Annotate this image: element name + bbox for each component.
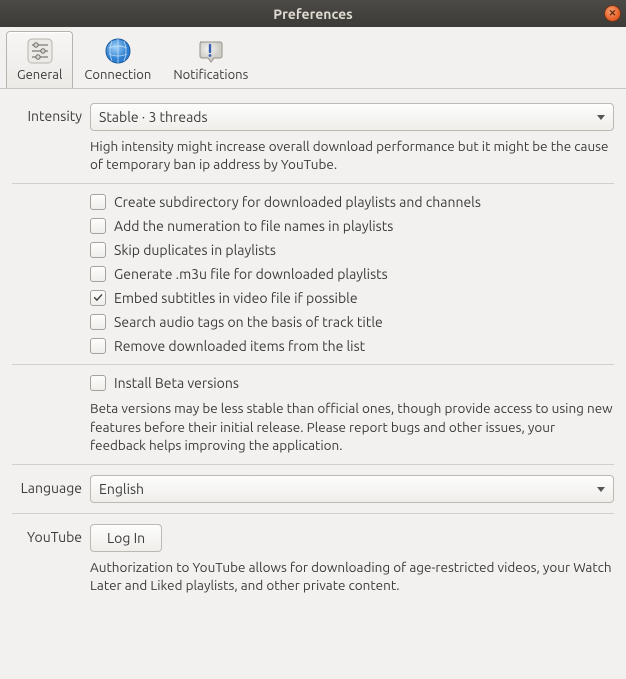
checkbox-icon	[90, 314, 106, 330]
tab-notifications-label: Notifications	[173, 68, 248, 82]
chevron-down-icon	[597, 115, 605, 120]
youtube-label: YouTube	[12, 524, 90, 545]
window-title: Preferences	[0, 6, 626, 22]
sliders-icon	[25, 36, 55, 66]
divider	[12, 364, 614, 365]
checkbox-icon	[90, 375, 106, 391]
intensity-value: Stable · 3 threads	[99, 109, 208, 125]
tab-general[interactable]: General	[6, 31, 73, 88]
youtube-login-button[interactable]: Log In	[90, 524, 162, 552]
notification-icon	[196, 36, 226, 66]
opt-numeration[interactable]: Add the numeration to file names in play…	[90, 218, 614, 234]
divider	[12, 513, 614, 514]
chevron-down-icon	[597, 487, 605, 492]
checkbox-icon	[90, 338, 106, 354]
beta-section: Install Beta versions Beta versions may …	[12, 375, 614, 454]
opt-subdir[interactable]: Create subdirectory for downloaded playl…	[90, 194, 614, 210]
youtube-row: YouTube Log In Authorization to YouTube …	[12, 524, 614, 594]
language-select[interactable]: English	[90, 475, 614, 503]
opt-m3u[interactable]: Generate .m3u file for downloaded playli…	[90, 266, 614, 282]
close-icon[interactable]	[604, 5, 621, 22]
globe-icon	[103, 36, 133, 66]
youtube-help: Authorization to YouTube allows for down…	[90, 558, 614, 594]
beta-help: Beta versions may be less stable than of…	[90, 399, 614, 454]
language-value: English	[99, 481, 144, 497]
content-pane: Intensity Stable · 3 threads High intens…	[0, 89, 626, 621]
tab-notifications[interactable]: Notifications	[162, 31, 259, 88]
intensity-label: Intensity	[12, 103, 90, 124]
divider	[12, 464, 614, 465]
options-section: Create subdirectory for downloaded playl…	[12, 194, 614, 354]
toolbar-tabs: General Connection	[0, 27, 626, 89]
language-row: Language English	[12, 475, 614, 503]
opt-audiotags[interactable]: Search audio tags on the basis of track …	[90, 314, 614, 330]
tab-connection[interactable]: Connection	[73, 31, 162, 88]
opt-skipdup[interactable]: Skip duplicates in playlists	[90, 242, 614, 258]
intensity-help: High intensity might increase overall do…	[90, 137, 614, 173]
opt-embedsubs[interactable]: Embed subtitles in video file if possibl…	[90, 290, 614, 306]
opt-beta[interactable]: Install Beta versions	[90, 375, 614, 391]
checkbox-icon	[90, 218, 106, 234]
checkbox-icon	[90, 266, 106, 282]
language-label: Language	[12, 475, 90, 496]
tab-general-label: General	[17, 68, 62, 82]
checkbox-icon	[90, 242, 106, 258]
divider	[12, 183, 614, 184]
checkbox-icon	[90, 290, 106, 306]
titlebar: Preferences	[0, 0, 626, 27]
intensity-select[interactable]: Stable · 3 threads	[90, 103, 614, 131]
opt-removedl[interactable]: Remove downloaded items from the list	[90, 338, 614, 354]
intensity-row: Intensity Stable · 3 threads High intens…	[12, 103, 614, 173]
checkbox-icon	[90, 194, 106, 210]
tab-connection-label: Connection	[84, 68, 151, 82]
